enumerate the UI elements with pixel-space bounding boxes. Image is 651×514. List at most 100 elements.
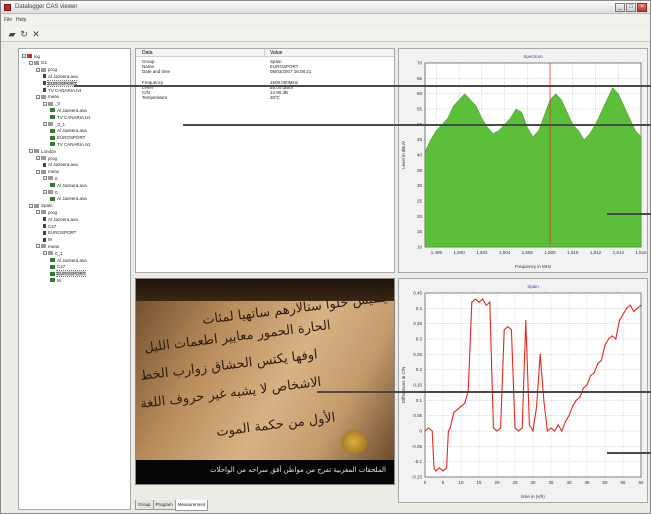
expand-toggle-icon[interactable]: −: [29, 149, 33, 154]
property-row[interactable]: Temperature 20ºC: [136, 95, 394, 100]
minimize-icon[interactable]: _: [615, 3, 625, 12]
x-tick-label: 50: [602, 480, 608, 485]
expand-toggle-icon[interactable]: −: [36, 67, 40, 72]
tree-item[interactable]: Al Jazeera.ava: [43, 162, 78, 168]
tree-item-label: Al Jazeera.ava: [48, 216, 78, 222]
y-tick-label: 15: [417, 229, 423, 234]
measurement-icon: [50, 278, 55, 283]
tree-item[interactable]: EUROSPORT: [43, 230, 76, 236]
expand-toggle-icon[interactable]: −: [29, 203, 33, 208]
expand-toggle-icon[interactable]: −: [43, 101, 47, 106]
tree-item[interactable]: C47: [43, 223, 56, 229]
tree-item[interactable]: EUROSPORT: [50, 270, 87, 278]
folder-icon: [41, 210, 46, 215]
tree-item[interactable]: TV CANARIA.txt: [50, 114, 90, 120]
maximize-icon[interactable]: □: [626, 3, 636, 12]
col-data-header[interactable]: Data: [142, 50, 153, 56]
expand-toggle-icon[interactable]: −: [36, 156, 40, 160]
refresh-icon[interactable]: ↻: [19, 29, 29, 39]
tree-item[interactable]: Al Jazeera.ava: [43, 73, 78, 79]
tab-group[interactable]: Group: [135, 500, 154, 510]
timeseries-point: [593, 372, 595, 374]
tree-item[interactable]: Al Jazeera.ava: [50, 128, 87, 134]
open-folder-icon[interactable]: ▰: [7, 29, 17, 39]
tree-item[interactable]: −0: [43, 175, 58, 181]
tree-item[interactable]: TV CANARIA.txt: [43, 87, 81, 93]
window-controls: _ □ ×: [615, 3, 647, 12]
tab-program[interactable]: Program: [152, 500, 176, 510]
tree-item[interactable]: − meas: [36, 243, 59, 249]
expand-toggle-icon[interactable]: −: [36, 244, 40, 249]
expand-toggle-icon[interactable]: −: [43, 190, 47, 194]
close-icon[interactable]: ×: [637, 3, 647, 12]
expand-toggle-icon[interactable]: −: [22, 54, 26, 58]
tree-item-label: prog: [48, 155, 58, 161]
expand-toggle-icon[interactable]: −: [36, 94, 40, 99]
timeseries-point: [435, 470, 437, 472]
file-icon: [43, 162, 46, 167]
expand-toggle-icon[interactable]: −: [43, 176, 47, 181]
expand-toggle-icon[interactable]: −: [29, 60, 33, 65]
tree-item-label: EUROSPORT: [48, 230, 77, 236]
tab-measurement[interactable]: Measurement: [174, 500, 209, 511]
tree-item[interactable]: Al Jazeera.ava: [50, 182, 87, 188]
tree-item[interactable]: M: [43, 237, 52, 243]
timeseries-point: [550, 427, 552, 429]
y-tick-label: 0.15: [413, 383, 422, 388]
tree-item[interactable]: − 0_1: [43, 250, 63, 256]
x-tick-label: 1,498: [431, 250, 443, 255]
x-tick-label: 0: [424, 480, 427, 485]
col-value-header[interactable]: Value: [270, 50, 282, 56]
folder-icon: [41, 94, 46, 99]
close-x-icon[interactable]: ✕: [31, 29, 41, 39]
tree-item[interactable]: − meas: [36, 169, 59, 175]
tree-item[interactable]: Al Jazeera.ava: [50, 107, 87, 113]
x-tick-label: 1,502: [476, 250, 488, 255]
tree-item[interactable]: Al Jazeera.ava: [50, 257, 87, 263]
tree-item[interactable]: EUROSPORT: [43, 79, 78, 87]
tree-item[interactable]: − prog: [36, 155, 57, 161]
timeseries-point: [474, 298, 476, 300]
tree-item-label: EUROSPORT: [46, 79, 78, 87]
tree-item[interactable]: − prog: [36, 67, 57, 73]
menu-file[interactable]: File: [4, 17, 12, 23]
x-tick-label: 1,516: [635, 250, 647, 255]
timeseries-point: [611, 335, 613, 337]
timeseries-point: [586, 384, 588, 386]
x-tick-label: 45: [584, 480, 590, 485]
tree-item[interactable]: − log: [22, 53, 40, 59]
timeseries-point: [590, 375, 592, 377]
y-tick-label: 0.4: [416, 306, 423, 311]
tree-item[interactable]: M: [50, 277, 61, 283]
tab-bar: Group Program Measurement: [135, 500, 209, 511]
tree-item[interactable]: −0: [43, 189, 58, 195]
tree-item[interactable]: C47: [50, 264, 65, 270]
tree-item[interactable]: Al Jazeera.ava: [43, 216, 78, 222]
file-tree[interactable]: − log − G1− prog Al Jazeera.ava EUROSPORT TV CA…: [18, 48, 131, 510]
y-tick-label: 20: [417, 214, 423, 219]
tree-item-label: London: [41, 148, 57, 154]
timeseries-point: [485, 304, 487, 306]
tree-item[interactable]: − Spain: [29, 203, 53, 209]
expand-toggle-icon[interactable]: −: [43, 251, 47, 256]
tree-item[interactable]: EUROSPORT: [50, 135, 85, 141]
expand-toggle-icon[interactable]: −: [36, 210, 40, 215]
expand-toggle-icon[interactable]: −: [36, 169, 40, 174]
tree-item[interactable]: − prog: [36, 209, 57, 215]
expand-toggle-icon[interactable]: −: [43, 122, 47, 126]
toolbar: ▰ ↻ ✕: [1, 26, 650, 42]
timeseries-point: [626, 307, 628, 309]
timeseries-point: [446, 467, 448, 469]
tree-item[interactable]: TV CANARIA.txt: [50, 141, 90, 147]
tree-item[interactable]: − _0: [43, 101, 60, 107]
tree-item[interactable]: − G1: [29, 60, 47, 66]
callout-line: [607, 213, 651, 215]
tree-item[interactable]: − meas: [36, 94, 59, 100]
timeseries-point: [636, 307, 638, 309]
tree-item[interactable]: − London: [29, 148, 56, 154]
tree-item[interactable]: − _0_1: [43, 121, 65, 127]
folder-icon: [41, 244, 46, 249]
menu-help[interactable]: Help: [16, 17, 26, 23]
timeseries-point: [557, 424, 559, 426]
tree-item[interactable]: Al Jazeera.ava: [50, 196, 87, 202]
